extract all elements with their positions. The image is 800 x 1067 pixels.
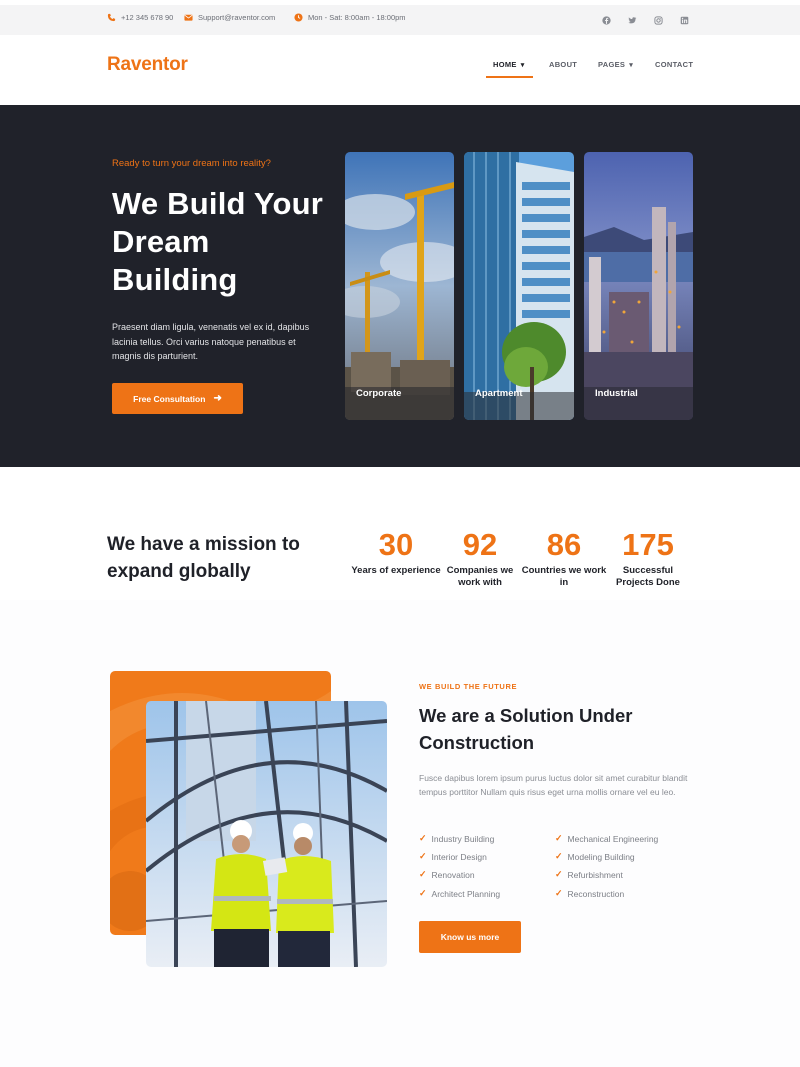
mission-title: We have a mission to expand globally [107, 534, 300, 582]
stat-value: 30 [378, 527, 414, 562]
clock-icon [294, 13, 303, 22]
free-consultation-label: Free Consultation [133, 393, 206, 404]
cranes-image [345, 152, 454, 420]
card-label-industrial: Industrial [595, 388, 638, 399]
nav-home[interactable]: HOME ▾ [493, 60, 525, 69]
nav-contact-label: CONTACT [655, 60, 694, 69]
free-consultation-button[interactable]: Free Consultation ➜ [112, 383, 243, 414]
about-description: Fusce dapibus lorem ipsum purus luctus d… [419, 773, 688, 797]
nav-contact[interactable]: CONTACT [655, 60, 693, 69]
facebook-icon[interactable] [601, 15, 611, 25]
site-header: Raventor HOME ▾ ABOUT PAGES ▾ CONTACT [0, 35, 800, 105]
service-card-apartment[interactable]: Apartment [464, 152, 574, 420]
check-icon: ✓ [419, 833, 427, 843]
feature-item: ✓ Refurbishment [555, 869, 623, 880]
stat-label: Years of experience [351, 565, 441, 576]
feature-label: Mechanical Engineering [567, 833, 659, 844]
about-image-front [146, 701, 387, 967]
nav-about-label: ABOUT [549, 60, 578, 69]
know-us-more-label: Know us more [440, 932, 500, 942]
nav-pages[interactable]: PAGES ▾ [598, 60, 633, 69]
chevron-down-icon: ▾ [629, 61, 634, 69]
hero-description: Praesent diam ligula, venenatis vel ex i… [112, 322, 310, 361]
about-kicker: WE BUILD THE FUTURE [419, 682, 518, 691]
stat-countries: 86 Countries we work in [519, 527, 609, 588]
feature-item: ✓ Reconstruction [555, 888, 624, 899]
service-card-industrial[interactable]: Industrial [584, 152, 693, 420]
phone-info: +12 345 678 90 [107, 13, 173, 22]
stat-label: Successful Projects Done [616, 565, 680, 588]
hero-title: We Build Your Dream Building [112, 186, 324, 297]
hours-info: Mon - Sat: 8:00am - 18:00pm [294, 13, 406, 22]
check-icon: ✓ [555, 888, 563, 898]
feature-label: Refurbishment [567, 869, 623, 880]
hero-section: Ready to turn your dream into reality? W… [0, 105, 800, 467]
nav-home-label: HOME [493, 60, 517, 69]
nav-pages-label: PAGES [598, 60, 626, 69]
arrow-right-icon: ➜ [213, 393, 222, 404]
instagram-icon[interactable] [653, 15, 663, 25]
feature-item: ✓ Modeling Building [555, 851, 635, 862]
feature-label: Interior Design [431, 851, 487, 862]
chevron-down-icon: ▾ [520, 61, 525, 69]
top-info-bar: +12 345 678 90 Support@raventor.com Mon … [0, 5, 800, 35]
email-info[interactable]: Support@raventor.com [184, 13, 275, 22]
know-us-more-button[interactable]: Know us more [419, 921, 521, 953]
feature-item: ✓ Architect Planning [419, 888, 500, 899]
feature-label: Reconstruction [567, 888, 625, 899]
email-text[interactable]: Support@raventor.com [198, 13, 275, 22]
feature-label: Architect Planning [431, 888, 501, 899]
stat-years: 30 Years of experience [351, 527, 441, 577]
envelope-icon [184, 14, 193, 21]
check-icon: ✓ [419, 869, 427, 879]
service-card-corporate[interactable]: Corporate [345, 152, 454, 420]
glass-building-image [464, 152, 574, 420]
feature-item: ✓ Renovation [419, 869, 475, 880]
nav-about[interactable]: ABOUT [549, 60, 577, 69]
stat-projects: 175 Successful Projects Done [603, 527, 693, 588]
stat-label: Countries we work in [521, 565, 607, 588]
feature-label: Industry Building [431, 833, 495, 844]
check-icon: ✓ [419, 851, 427, 861]
stat-companies: 92 Companies we work with [435, 527, 525, 588]
phone-icon [107, 13, 116, 22]
card-label-corporate: Corporate [356, 388, 402, 399]
feature-item: ✓ Interior Design [419, 851, 487, 862]
site-logo[interactable]: Raventor [107, 54, 188, 76]
stat-label: Companies we work with [446, 565, 514, 588]
feature-label: Modeling Building [567, 851, 635, 862]
nav-active-indicator [486, 76, 533, 78]
hours-text: Mon - Sat: 8:00am - 18:00pm [308, 13, 406, 22]
check-icon: ✓ [419, 888, 427, 898]
feature-label: Renovation [431, 869, 475, 880]
check-icon: ✓ [555, 851, 563, 861]
stat-value: 175 [622, 527, 674, 562]
refinery-image [584, 152, 693, 420]
stat-value: 92 [462, 527, 498, 562]
about-title: We are a Solution Under Construction [419, 705, 633, 753]
stat-value: 86 [546, 527, 582, 562]
feature-item: ✓ Industry Building [419, 833, 494, 844]
engineers-image [146, 701, 387, 967]
check-icon: ✓ [555, 833, 563, 843]
twitter-icon[interactable] [627, 15, 637, 25]
check-icon: ✓ [555, 869, 563, 879]
phone-text: +12 345 678 90 [121, 13, 174, 22]
card-label-apartment: Apartment [475, 388, 523, 399]
feature-item: ✓ Mechanical Engineering [555, 833, 658, 844]
linkedin-icon[interactable] [679, 15, 689, 25]
hero-kicker: Ready to turn your dream into reality? [112, 158, 271, 169]
